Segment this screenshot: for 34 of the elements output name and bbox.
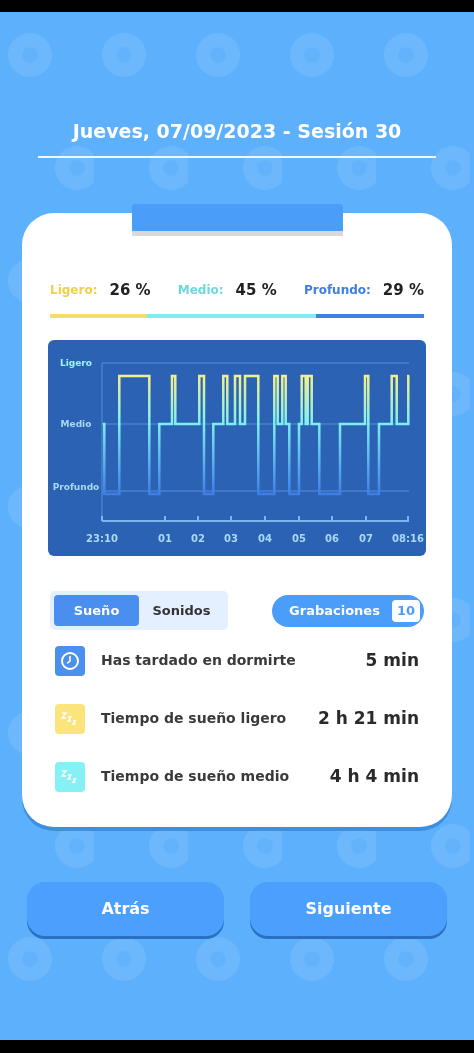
- x-axis-label: 03: [223, 533, 239, 545]
- nav-button[interactable]: Siguiente: [250, 882, 447, 936]
- clock-icon: [55, 645, 85, 676]
- recordings-button[interactable]: Grabaciones 10: [272, 594, 424, 627]
- stat-label: Has tardado en dormirte: [101, 651, 297, 670]
- count-badge: 10: [391, 599, 420, 622]
- stage-percentage: 26 %: [109, 279, 151, 301]
- y-axis-label: Medio: [59, 418, 93, 430]
- stage-percentage: 45 %: [235, 279, 277, 301]
- x-axis-label: 23:10: [85, 533, 119, 545]
- x-axis-label: 08:16: [391, 533, 425, 545]
- y-axis-label: Ligero: [59, 357, 93, 369]
- y-axis-label: Profundo: [51, 481, 101, 493]
- x-axis-label: 07: [358, 533, 374, 545]
- stat-value: 5 min: [365, 648, 419, 672]
- x-axis-label: 05: [291, 533, 307, 545]
- stage-label: Ligero:: [50, 282, 98, 299]
- sleep-icon: [55, 703, 85, 734]
- stage-percentage: 29 %: [382, 279, 424, 301]
- stage-label: Medio:: [177, 282, 224, 299]
- x-axis-label: 04: [257, 533, 273, 545]
- nav-button[interactable]: Atrás: [27, 882, 224, 936]
- stat-value: 2 h 21 min: [318, 706, 419, 730]
- sleep-icon: [55, 761, 85, 792]
- x-axis-label: 06: [324, 533, 340, 545]
- stat-label: Tiempo de sueño medio: [101, 767, 291, 786]
- tab[interactable]: Sonidos: [139, 595, 224, 626]
- x-axis-label: 01: [157, 533, 173, 545]
- stat-value: 4 h 4 min: [329, 764, 419, 788]
- x-axis-label: 02: [190, 533, 206, 545]
- stat-label: Tiempo de sueño ligero: [101, 709, 288, 728]
- page-title: Jueves, 07/09/2023 - Sesión 30: [70, 119, 403, 144]
- tab[interactable]: Sueño: [54, 595, 139, 626]
- stage-label: Profundo:: [303, 282, 371, 299]
